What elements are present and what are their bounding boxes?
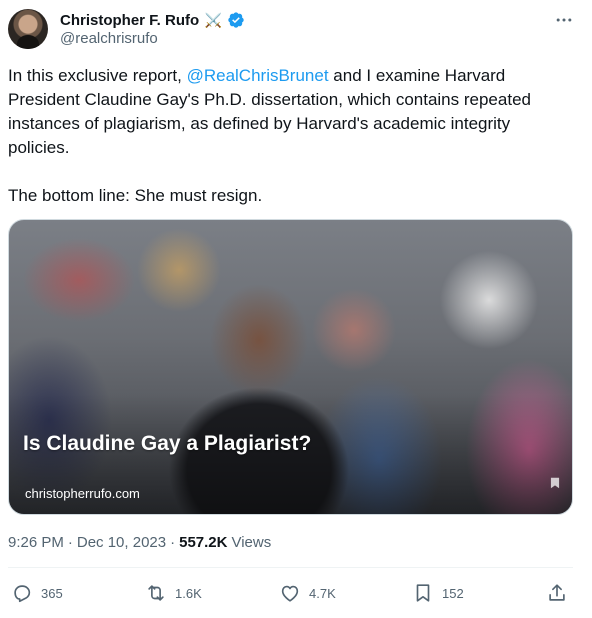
card-title: Is Claudine Gay a Plagiarist? <box>23 432 312 455</box>
tweet-meta: 9:26 PM · Dec 10, 2023 · 557.2K Views <box>8 532 271 552</box>
views-label: Views <box>231 533 272 551</box>
heart-icon <box>281 585 299 602</box>
tweet-date[interactable]: Dec 10, 2023 <box>77 534 166 551</box>
reply-count: 365 <box>41 585 63 601</box>
tweet-text: In this exclusive report, @RealChrisBrun… <box>8 64 568 208</box>
bookmark-icon <box>416 584 430 602</box>
action-bar: 365 1.6K 4.7K 152 <box>0 578 592 608</box>
link-card[interactable]: Is Claudine Gay a Plagiarist? christophe… <box>8 219 573 515</box>
more-options-icon[interactable] <box>552 8 576 32</box>
divider <box>8 567 573 568</box>
reply-icon <box>14 585 31 603</box>
share-button[interactable] <box>546 578 568 608</box>
repost-count: 1.6K <box>175 585 202 601</box>
repost-button[interactable]: 1.6K <box>145 578 202 608</box>
card-domain: christopherrufo.com <box>25 486 140 501</box>
meta-separator: · <box>67 533 73 551</box>
share-icon <box>549 584 565 601</box>
like-count: 4.7K <box>309 585 336 601</box>
author-handle[interactable]: @realchrisrufo <box>60 30 158 47</box>
repost-icon <box>148 585 164 601</box>
author-display-name[interactable]: Christopher F. Rufo <box>60 12 199 29</box>
tweet: Christopher F. Rufo ⚔️ @realchrisrufo In… <box>0 0 592 618</box>
like-button[interactable]: 4.7K <box>279 578 336 608</box>
crossed-swords-icon: ⚔️ <box>204 11 222 28</box>
reply-button[interactable]: 365 <box>11 578 63 608</box>
verified-badge-icon <box>228 12 244 28</box>
meta-separator: · <box>170 533 176 551</box>
bookmark-button[interactable]: 152 <box>412 578 464 608</box>
tweet-paragraph-1: In this exclusive report, @RealChrisBrun… <box>8 66 531 157</box>
views-count: 557.2K <box>179 533 228 551</box>
bookmark-count: 152 <box>442 585 464 601</box>
card-bookmark-icon <box>550 477 560 489</box>
tweet-time[interactable]: 9:26 PM <box>8 534 64 551</box>
author-name-row: Christopher F. Rufo ⚔️ <box>60 10 245 30</box>
avatar[interactable] <box>8 9 48 49</box>
tweet-paragraph-2: The bottom line: She must resign. <box>8 186 263 205</box>
mention-link[interactable]: @RealChrisBrunet <box>187 66 329 85</box>
